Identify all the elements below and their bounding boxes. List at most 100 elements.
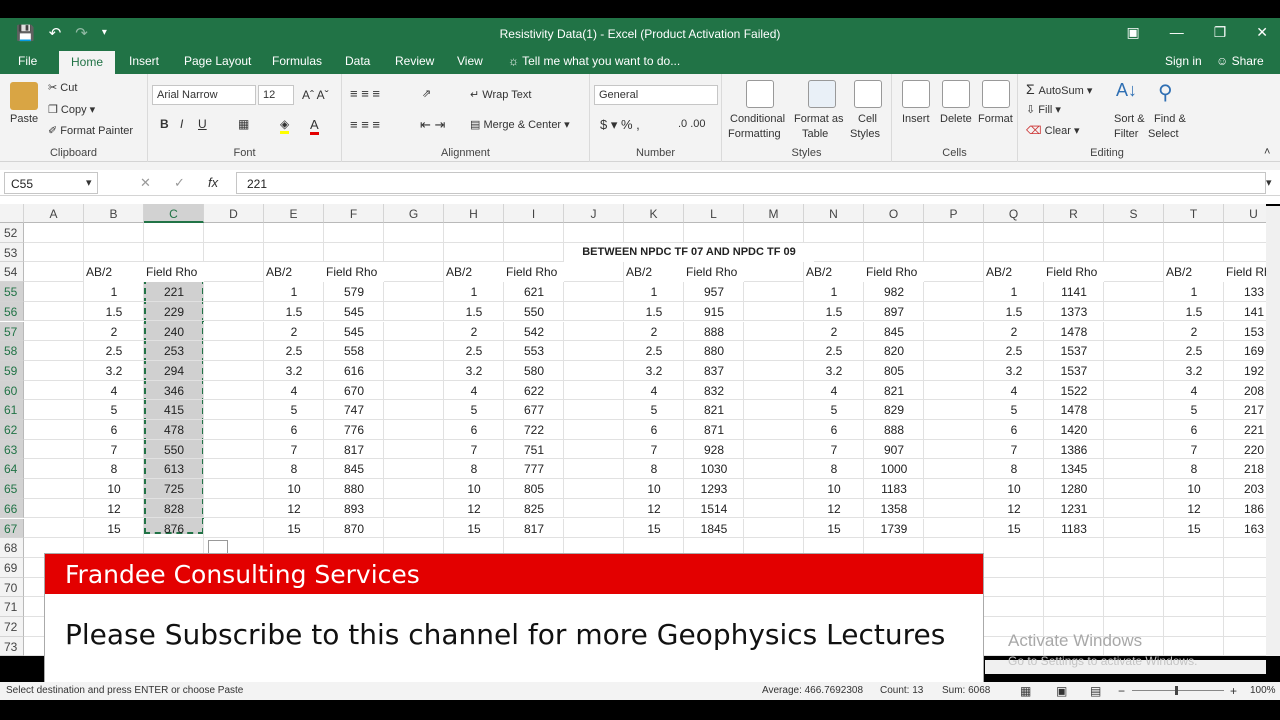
grid-cell[interactable] <box>324 242 384 263</box>
insert-cells-icon[interactable] <box>902 80 930 108</box>
grid-cell[interactable] <box>1104 242 1164 263</box>
grid-cell[interactable] <box>384 321 444 342</box>
field-rho-value[interactable]: 1478 <box>1044 322 1104 342</box>
ab2-value[interactable]: 5 <box>984 400 1044 420</box>
restore-icon[interactable]: ❐ <box>1214 24 1227 41</box>
ab2-value[interactable]: 8 <box>84 459 144 479</box>
grid-cell[interactable] <box>384 242 444 263</box>
ab2-value[interactable]: 15 <box>1164 519 1224 539</box>
grid-cell[interactable] <box>384 380 444 401</box>
field-rho-value[interactable]: 169 <box>1224 341 1266 361</box>
field-rho-value[interactable]: 907 <box>864 440 924 460</box>
grid-cell[interactable] <box>24 242 84 263</box>
grid-cell[interactable] <box>924 498 984 519</box>
wrap-text-button[interactable]: ↵ Wrap Text <box>470 88 531 101</box>
row-header[interactable]: 53 <box>0 242 24 263</box>
field-rho-value[interactable]: 153 <box>1224 322 1266 342</box>
page-break-view-icon[interactable]: ▤ <box>1090 684 1101 698</box>
tab-formulas[interactable]: Formulas <box>272 54 322 68</box>
grid-cell[interactable] <box>924 321 984 342</box>
ab2-value[interactable]: 12 <box>984 499 1044 519</box>
grid-cell[interactable] <box>864 223 924 243</box>
column-header-m[interactable]: M <box>744 204 804 223</box>
field-rho-value[interactable]: 1386 <box>1044 440 1104 460</box>
field-rho-value[interactable]: 805 <box>864 361 924 381</box>
grid-cell[interactable] <box>564 479 624 499</box>
grid-cell[interactable] <box>744 380 804 401</box>
column-header-h[interactable]: H <box>444 204 504 223</box>
sign-in-link[interactable]: Sign in <box>1165 54 1202 68</box>
field-rho-value[interactable]: 141 <box>1224 302 1266 322</box>
grid-cell[interactable] <box>1104 301 1164 322</box>
field-rho-value[interactable]: 579 <box>324 282 384 302</box>
align-left-icon[interactable]: ≡ ≡ ≡ <box>350 117 380 132</box>
grid-cell[interactable] <box>1224 558 1266 578</box>
grid-cell[interactable] <box>204 321 264 342</box>
grid-cell[interactable] <box>924 380 984 401</box>
grid-cell[interactable] <box>384 459 444 480</box>
ab2-value[interactable]: 10 <box>984 479 1044 499</box>
grid-cell[interactable] <box>1044 223 1104 243</box>
grid-cell[interactable] <box>744 518 804 539</box>
ab2-value[interactable]: 2 <box>804 322 864 342</box>
ab2-value[interactable]: 5 <box>84 400 144 420</box>
grid-cell[interactable] <box>504 223 564 243</box>
grid-cell[interactable] <box>24 498 84 519</box>
ab2-value[interactable]: 12 <box>624 499 684 519</box>
ab2-value[interactable]: 15 <box>264 519 324 539</box>
share-button[interactable]: ☺ Share <box>1216 54 1264 68</box>
grid-cell[interactable] <box>924 301 984 322</box>
decimal-icon[interactable]: .0 .00 <box>678 118 706 130</box>
insert-function-icon[interactable]: fx <box>208 175 218 190</box>
row-header[interactable]: 63 <box>0 439 24 460</box>
grid-cell[interactable] <box>1104 538 1164 558</box>
field-rho-value[interactable]: 837 <box>684 361 744 381</box>
grid-cell[interactable] <box>444 242 504 263</box>
select-label[interactable]: Select <box>1148 128 1179 140</box>
field-rho-value[interactable]: 218 <box>1224 459 1266 479</box>
ab2-value[interactable]: 1.5 <box>84 302 144 322</box>
field-rho-value[interactable]: 821 <box>684 400 744 420</box>
grid-cell[interactable] <box>204 479 264 499</box>
field-rho-value[interactable]: 1030 <box>684 459 744 479</box>
row-header[interactable]: 66 <box>0 498 24 519</box>
ab2-value[interactable]: 12 <box>84 499 144 519</box>
grid-cell[interactable] <box>1044 557 1104 578</box>
field-rho-value[interactable]: 622 <box>504 381 564 401</box>
ab2-value[interactable]: 3.2 <box>984 361 1044 381</box>
font-size-dropdown[interactable]: 12 <box>258 85 294 105</box>
grid-cell[interactable] <box>1104 577 1164 598</box>
column-header-a[interactable]: A <box>24 204 84 223</box>
field-rho-value[interactable]: 545 <box>324 322 384 342</box>
column-header-o[interactable]: O <box>864 204 924 223</box>
grid-cell[interactable] <box>744 400 804 420</box>
grid-cell[interactable] <box>744 341 804 361</box>
field-rho-value[interactable]: 751 <box>504 440 564 460</box>
ab2-value[interactable]: 7 <box>84 440 144 460</box>
find-icon[interactable]: ⚲ <box>1158 80 1186 108</box>
grid-cell[interactable] <box>204 262 264 283</box>
row-header[interactable]: 73 <box>0 636 24 656</box>
field-rho-value[interactable]: 1293 <box>684 479 744 499</box>
grid-cell[interactable] <box>984 242 1044 263</box>
field-rho-value[interactable]: 1280 <box>1044 479 1104 499</box>
field-rho-value[interactable]: 580 <box>504 361 564 381</box>
field-rho-value[interactable]: 1537 <box>1044 341 1104 361</box>
grid-cell[interactable] <box>1224 578 1266 598</box>
grid-cell[interactable] <box>564 459 624 480</box>
grid-cell[interactable] <box>24 321 84 342</box>
ab2-value[interactable]: 2 <box>1164 322 1224 342</box>
grid-cell[interactable] <box>1164 617 1224 637</box>
field-rho-value[interactable]: 888 <box>684 322 744 342</box>
field-rho-value[interactable]: 1373 <box>1044 302 1104 322</box>
format-as-table-icon[interactable] <box>808 80 836 108</box>
grid-cell[interactable] <box>924 282 984 302</box>
field-rho-value[interactable]: 725 <box>144 479 204 499</box>
sort-filter-icon[interactable]: A↓ <box>1116 80 1144 108</box>
grid-cell[interactable] <box>564 282 624 302</box>
grid-cell[interactable] <box>384 223 444 243</box>
grid-cell[interactable] <box>24 420 84 440</box>
row-header[interactable]: 65 <box>0 479 24 499</box>
grid-cell[interactable] <box>624 223 684 243</box>
column-header-b[interactable]: B <box>84 204 144 223</box>
